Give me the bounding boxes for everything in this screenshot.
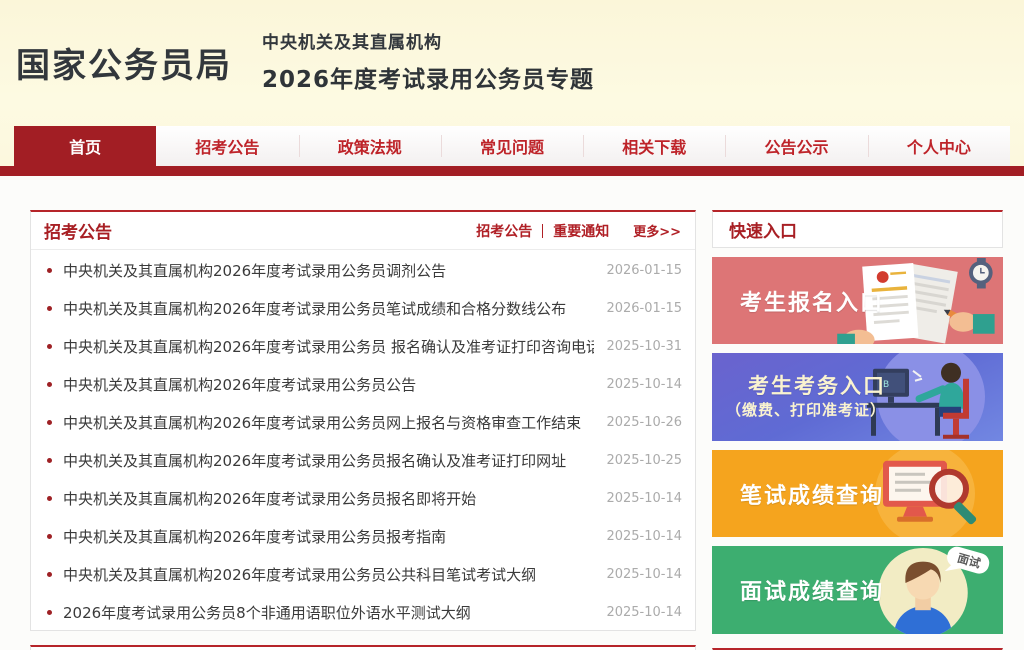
nav-tab-label: 公告公示 (765, 134, 829, 158)
list-item-title: 中央机关及其直属机构2026年度考试录用公务员报考指南 (63, 526, 594, 547)
list-item[interactable]: 中央机关及其直属机构2026年度考试录用公务员报名确认及准考证打印网址 2025… (44, 441, 682, 479)
filter-announcements-link[interactable]: 招考公告 (476, 221, 532, 241)
list-item-date: 2025-10-14 (606, 567, 682, 582)
list-item-date: 2025-10-14 (606, 491, 682, 506)
banner-label: 笔试成绩查询 (740, 478, 884, 510)
list-item-title: 中央机关及其直属机构2026年度考试录用公务员笔试成绩和合格分数线公布 (63, 298, 594, 319)
banner-label: 考生报名入口 (740, 285, 884, 317)
bullet-icon (47, 458, 52, 463)
registration-entry-banner[interactable]: 考生报名入口 (712, 257, 1003, 345)
list-item-date: 2026-01-15 (606, 301, 682, 316)
filter-divider (542, 224, 543, 238)
quick-entry-panel: 快速入口 (712, 210, 1003, 248)
announcements-filters: 招考公告 重要通知 更多>> (476, 221, 681, 241)
list-item-date: 2025-10-26 (606, 415, 682, 430)
bullet-icon (47, 534, 52, 539)
list-item-title: 中央机关及其直属机构2026年度考试录用公务员调剂公告 (63, 260, 594, 281)
list-item-date: 2025-10-14 (606, 529, 682, 544)
list-item-title: 2026年度考试录用公务员8个非通用语职位外语水平测试大纲 (63, 602, 594, 623)
announcements-column: 招考公告 招考公告 重要通知 更多>> 中央机关及其直属机构2026年度考试录用… (30, 210, 696, 650)
nav-tab-label: 相关下载 (622, 134, 686, 158)
bullet-icon (47, 496, 52, 501)
nav-tab-label: 个人中心 (907, 134, 971, 158)
announcements-panel: 招考公告 招考公告 重要通知 更多>> 中央机关及其直属机构2026年度考试录用… (30, 210, 696, 631)
quick-entry-column: 快速入口 考生报名入口 (712, 210, 1003, 650)
list-item-date: 2025-10-14 (606, 605, 682, 620)
site-header: 国家公务员局 中央机关及其直属机构 2026年度考试录用公务员专题 首页 招考公… (0, 0, 1024, 166)
exam-affairs-entry-banner[interactable]: 考生考务入口 （缴费、打印准考证） B (712, 353, 1003, 441)
nav-bottom-bar (0, 166, 1024, 176)
nav-tab[interactable]: 政策法规 (299, 126, 441, 166)
list-item-date: 2025-10-31 (606, 339, 682, 354)
nav-tab-label: 首页 (69, 134, 101, 158)
list-item-date: 2026-01-15 (606, 263, 682, 278)
main-nav: 首页 招考公告 政策法规 常见问题 相关下载 公告公示 个人中心 (14, 126, 1010, 166)
nav-tab[interactable]: 招考公告 (156, 126, 298, 166)
list-item-title: 中央机关及其直属机构2026年度考试录用公务员公共科目笔试考试大纲 (63, 564, 594, 585)
bullet-icon (47, 382, 52, 387)
more-link[interactable]: 更多>> (633, 221, 681, 240)
banner-label: 面试成绩查询 (740, 574, 884, 606)
list-item-date: 2025-10-25 (606, 453, 682, 468)
list-item-title: 中央机关及其直属机构2026年度考试录用公务员报名确认及准考证打印网址 (63, 450, 594, 471)
list-item-title: 中央机关及其直属机构2026年度考试录用公务员 报名确认及准考证打印咨询电话 (63, 336, 594, 357)
bullet-icon (47, 306, 52, 311)
banner-label: 考生考务入口 (748, 370, 886, 400)
announcements-list: 中央机关及其直属机构2026年度考试录用公务员调剂公告 2026-01-15 中… (31, 250, 695, 632)
banner-sublabel: （缴费、打印准考证） (726, 399, 886, 420)
interview-score-banner[interactable]: 面试 面试成绩查询 (712, 546, 1003, 634)
list-item[interactable]: 中央机关及其直属机构2026年度考试录用公务员公共科目笔试考试大纲 2025-1… (44, 556, 682, 594)
nav-tab-label: 招考公告 (195, 134, 259, 158)
list-item-title: 中央机关及其直属机构2026年度考试录用公务员公告 (63, 374, 594, 395)
site-logo-text: 国家公务员局 (16, 38, 232, 87)
site-title-block: 中央机关及其直属机构 2026年度考试录用公务员专题 (262, 28, 594, 94)
brand-area: 国家公务员局 中央机关及其直属机构 2026年度考试录用公务员专题 (0, 0, 1024, 94)
nav-tab[interactable]: 首页 (14, 126, 156, 166)
list-item-title: 中央机关及其直属机构2026年度考试录用公务员网上报名与资格审查工作结束 (63, 412, 594, 433)
bullet-icon (47, 268, 52, 273)
filter-important-link[interactable]: 重要通知 (553, 221, 609, 241)
list-item[interactable]: 中央机关及其直属机构2026年度考试录用公务员报考指南 2025-10-14 (44, 518, 682, 556)
list-item-title: 中央机关及其直属机构2026年度考试录用公务员报名即将开始 (63, 488, 594, 509)
list-item[interactable]: 中央机关及其直属机构2026年度考试录用公务员网上报名与资格审查工作结束 202… (44, 403, 682, 441)
bullet-icon (47, 610, 52, 615)
list-item[interactable]: 中央机关及其直属机构2026年度考试录用公务员公告 2025-10-14 (44, 365, 682, 403)
site-subtitle: 中央机关及其直属机构 (262, 28, 594, 53)
nav-tab-label: 常见问题 (480, 134, 544, 158)
announcements-header: 招考公告 招考公告 重要通知 更多>> (31, 212, 695, 250)
main-content: 招考公告 招考公告 重要通知 更多>> 中央机关及其直属机构2026年度考试录用… (0, 176, 1024, 650)
nav-tab-label: 政策法规 (338, 134, 402, 158)
nav-tab[interactable]: 相关下载 (583, 126, 725, 166)
bullet-icon (47, 420, 52, 425)
announcements-title: 招考公告 (44, 218, 112, 243)
nav-tab[interactable]: 公告公示 (725, 126, 867, 166)
bullet-icon (47, 344, 52, 349)
bullet-icon (47, 572, 52, 577)
list-item[interactable]: 中央机关及其直属机构2026年度考试录用公务员调剂公告 2026-01-15 (44, 251, 682, 289)
written-score-banner[interactable]: 笔试成绩查询 (712, 450, 1003, 538)
list-item[interactable]: 中央机关及其直属机构2026年度考试录用公务员 报名确认及准考证打印咨询电话 2… (44, 327, 682, 365)
next-section-stub-left (30, 645, 696, 650)
list-item-date: 2025-10-14 (606, 377, 682, 392)
site-title: 2026年度考试录用公务员专题 (262, 60, 594, 94)
list-item[interactable]: 2026年度考试录用公务员8个非通用语职位外语水平测试大纲 2025-10-14 (44, 594, 682, 632)
quick-entry-title: 快速入口 (729, 217, 797, 242)
list-item[interactable]: 中央机关及其直属机构2026年度考试录用公务员报名即将开始 2025-10-14 (44, 480, 682, 518)
nav-tab[interactable]: 个人中心 (868, 126, 1010, 166)
nav-tab[interactable]: 常见问题 (441, 126, 583, 166)
list-item[interactable]: 中央机关及其直属机构2026年度考试录用公务员笔试成绩和合格分数线公布 2026… (44, 289, 682, 327)
